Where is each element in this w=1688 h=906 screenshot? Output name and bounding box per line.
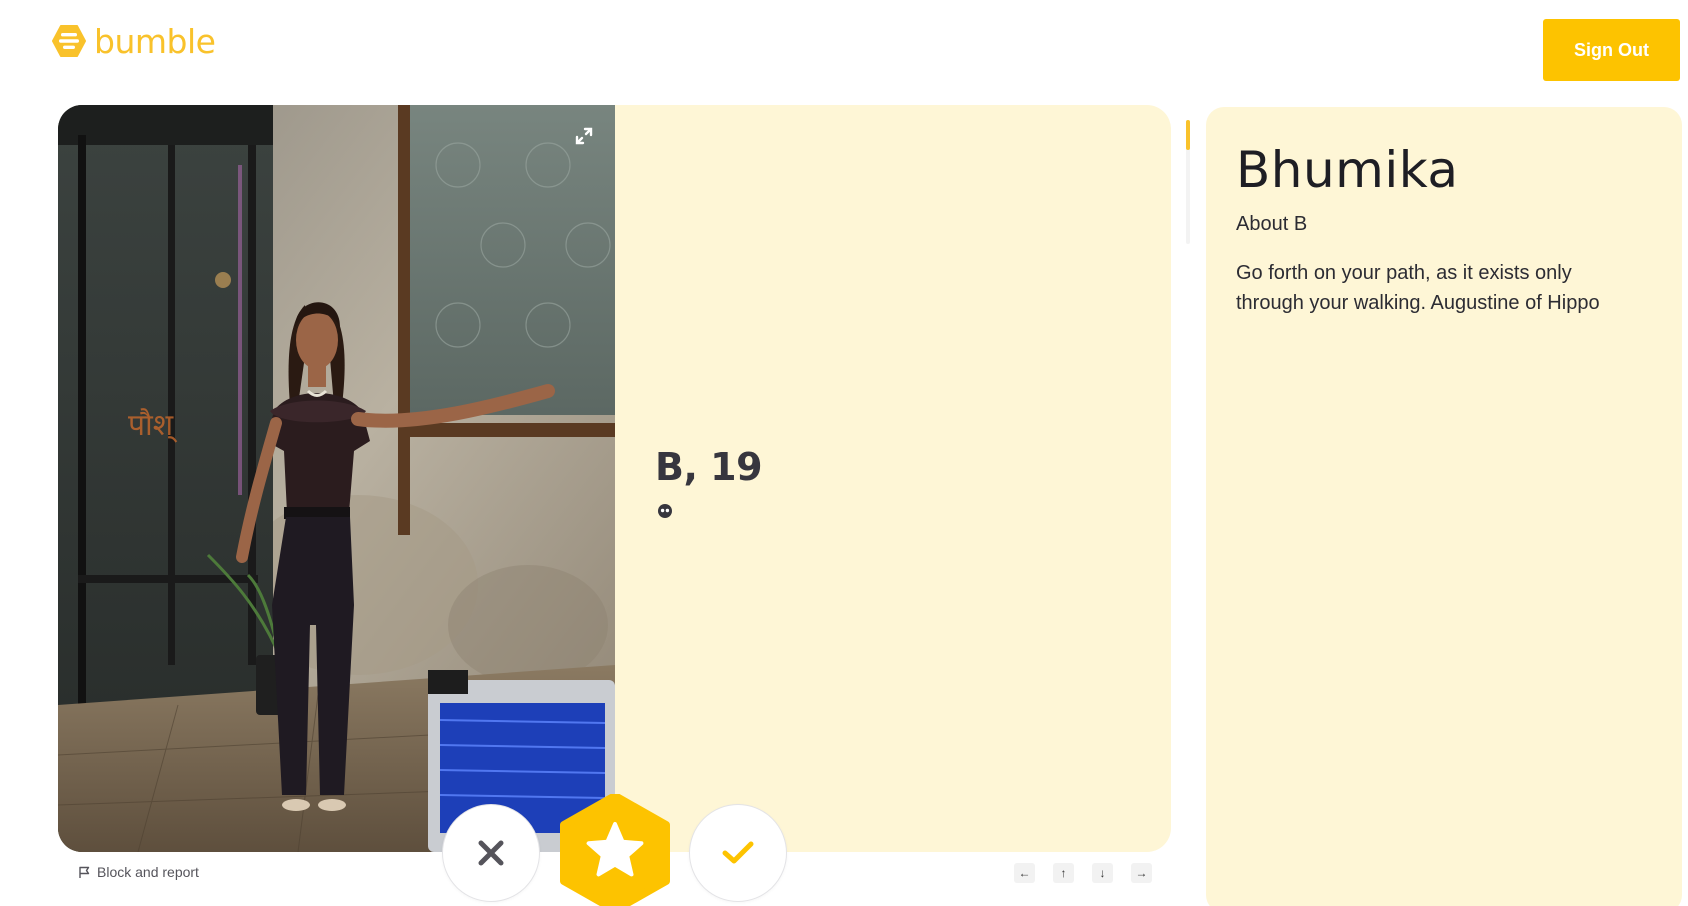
key-up-arrow-icon: ↑	[1053, 863, 1074, 883]
svg-text:पौश्: पौश्	[128, 408, 177, 443]
check-icon	[722, 841, 754, 864]
expand-icon	[575, 127, 593, 145]
profile-photo[interactable]: पौश्	[58, 105, 615, 852]
status-icon	[658, 504, 672, 518]
key-left-arrow-icon: ←	[1014, 863, 1035, 883]
superswipe-button[interactable]	[558, 792, 672, 906]
about-bio: Go forth on your path, as it exists only…	[1236, 262, 1600, 314]
scroll-indicator[interactable]	[1186, 120, 1190, 244]
name-age-label: B, 19	[655, 445, 763, 489]
app-page: bumble Sign Out पौश् B, 19 Block and rep…	[0, 0, 1688, 906]
close-icon	[478, 840, 504, 866]
block-and-report-link[interactable]: Block and report	[78, 864, 199, 880]
profile-card: पौश् B, 19	[58, 105, 1171, 852]
like-button[interactable]	[689, 804, 787, 902]
expand-photo-button[interactable]	[572, 124, 596, 148]
bumble-hexagon-icon	[52, 25, 86, 57]
keyboard-shortcuts: ← ↑ ↓ →	[1014, 863, 1152, 883]
key-right-arrow-icon: →	[1131, 863, 1152, 883]
block-and-report-label: Block and report	[97, 864, 199, 880]
brand-name: bumble	[94, 21, 216, 61]
about-panel: Bhumika About B Go forth on your path, a…	[1206, 107, 1682, 906]
bumble-logo[interactable]: bumble	[52, 21, 216, 61]
profile-photo-image: पौश्	[58, 105, 615, 852]
key-down-arrow-icon: ↓	[1092, 863, 1113, 883]
about-name: Bhumika	[1236, 141, 1459, 199]
profile-summary: B, 19	[655, 445, 763, 519]
sign-out-button[interactable]: Sign Out	[1543, 19, 1680, 81]
flag-icon	[79, 866, 90, 878]
superswipe-hexagon	[560, 792, 670, 906]
scroll-thumb[interactable]	[1186, 120, 1190, 150]
about-heading: About B	[1236, 213, 1308, 235]
pass-button[interactable]	[442, 804, 540, 902]
